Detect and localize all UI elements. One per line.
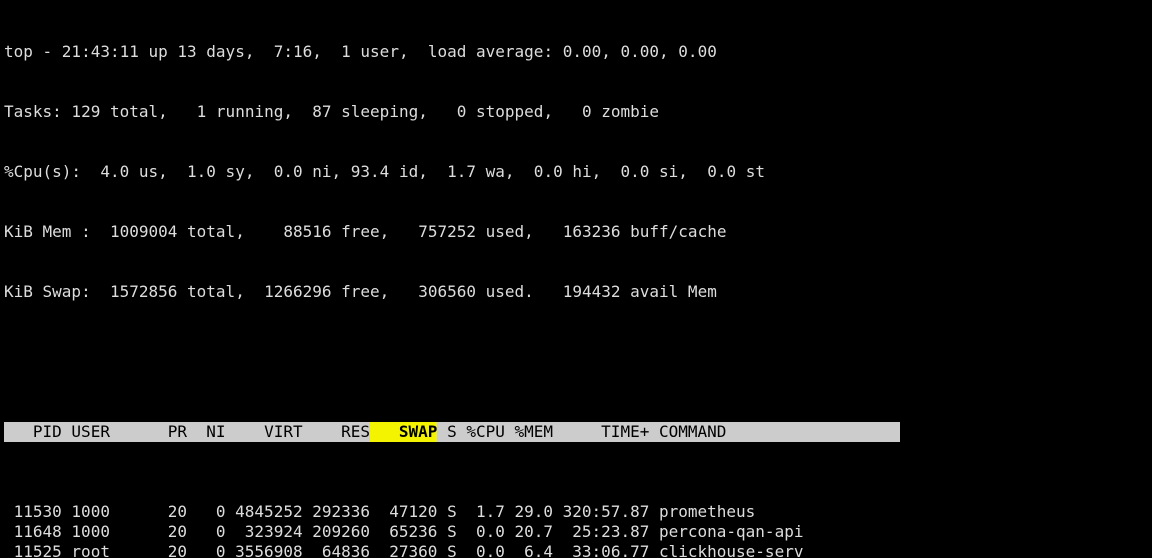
col-res[interactable]: RES xyxy=(303,422,370,442)
cell-res: 209260 xyxy=(303,522,370,542)
cell-s: S xyxy=(437,522,456,542)
cell-virt: 4845252 xyxy=(226,502,303,522)
cell-cpu: 0.0 xyxy=(457,542,505,558)
cell-time: 33:06.77 xyxy=(553,542,649,558)
cell-user: 1000 xyxy=(62,522,120,542)
cell-cpu: 1.7 xyxy=(457,502,505,522)
col-time[interactable]: TIME+ xyxy=(553,422,649,442)
cell-pr: 20 xyxy=(120,522,187,542)
cell-user: 1000 xyxy=(62,502,120,522)
cell-pr: 20 xyxy=(120,502,187,522)
col-mem[interactable]: %MEM xyxy=(505,422,553,442)
col-cmd[interactable]: COMMAND xyxy=(649,422,899,442)
cell-res: 64836 xyxy=(303,542,370,558)
cell-ni: 0 xyxy=(187,542,226,558)
col-ni[interactable]: NI xyxy=(187,422,226,442)
summary-line-3: %Cpu(s): 4.0 us, 1.0 sy, 0.0 ni, 93.4 id… xyxy=(4,162,1148,182)
col-swap[interactable]: SWAP xyxy=(370,422,437,442)
cell-virt: 3556908 xyxy=(226,542,303,558)
cell-cpu: 0.0 xyxy=(457,522,505,542)
cell-user: root xyxy=(62,542,120,558)
cell-s: S xyxy=(437,502,456,522)
cell-s: S xyxy=(437,542,456,558)
cell-pr: 20 xyxy=(120,542,187,558)
cell-pid: 11530 xyxy=(4,502,62,522)
process-row[interactable]: 11525root20035569086483627360S0.06.433:0… xyxy=(4,542,1148,558)
col-user[interactable]: USER xyxy=(62,422,120,442)
cell-cmd: percona-qan-api xyxy=(649,522,899,542)
column-header-row: PID USER PR NI VIRT RES SWAP S %CPU %MEM… xyxy=(4,422,1148,442)
process-list: 115301000200484525229233647120S1.729.032… xyxy=(4,502,1148,558)
summary-line-4: KiB Mem : 1009004 total, 88516 free, 757… xyxy=(4,222,1148,242)
summary-line-1: top - 21:43:11 up 13 days, 7:16, 1 user,… xyxy=(4,42,1148,62)
col-cpu[interactable]: %CPU xyxy=(457,422,505,442)
terminal-output: top - 21:43:11 up 13 days, 7:16, 1 user,… xyxy=(0,0,1152,558)
cell-res: 292336 xyxy=(303,502,370,522)
cell-time: 25:23.87 xyxy=(553,522,649,542)
col-pr[interactable]: PR xyxy=(120,422,187,442)
cell-ni: 0 xyxy=(187,522,226,542)
cell-virt: 323924 xyxy=(226,522,303,542)
cell-cmd: prometheus xyxy=(649,502,899,522)
process-row[interactable]: 115301000200484525229233647120S1.729.032… xyxy=(4,502,1148,522)
cell-pid: 11648 xyxy=(4,522,62,542)
cell-cmd: clickhouse-serv xyxy=(649,542,899,558)
cell-ni: 0 xyxy=(187,502,226,522)
cell-mem: 29.0 xyxy=(505,502,553,522)
cell-swap: 27360 xyxy=(370,542,437,558)
summary-line-2: Tasks: 129 total, 1 running, 87 sleeping… xyxy=(4,102,1148,122)
col-pid[interactable]: PID xyxy=(4,422,62,442)
cell-mem: 20.7 xyxy=(505,522,553,542)
process-row[interactable]: 11648100020032392420926065236S0.020.725:… xyxy=(4,522,1148,542)
cell-time: 320:57.87 xyxy=(553,502,649,522)
cell-mem: 6.4 xyxy=(505,542,553,558)
summary-line-5: KiB Swap: 1572856 total, 1266296 free, 3… xyxy=(4,282,1148,302)
cell-swap: 47120 xyxy=(370,502,437,522)
col-virt[interactable]: VIRT xyxy=(226,422,303,442)
cell-pid: 11525 xyxy=(4,542,62,558)
col-state[interactable]: S xyxy=(437,422,456,442)
cell-swap: 65236 xyxy=(370,522,437,542)
